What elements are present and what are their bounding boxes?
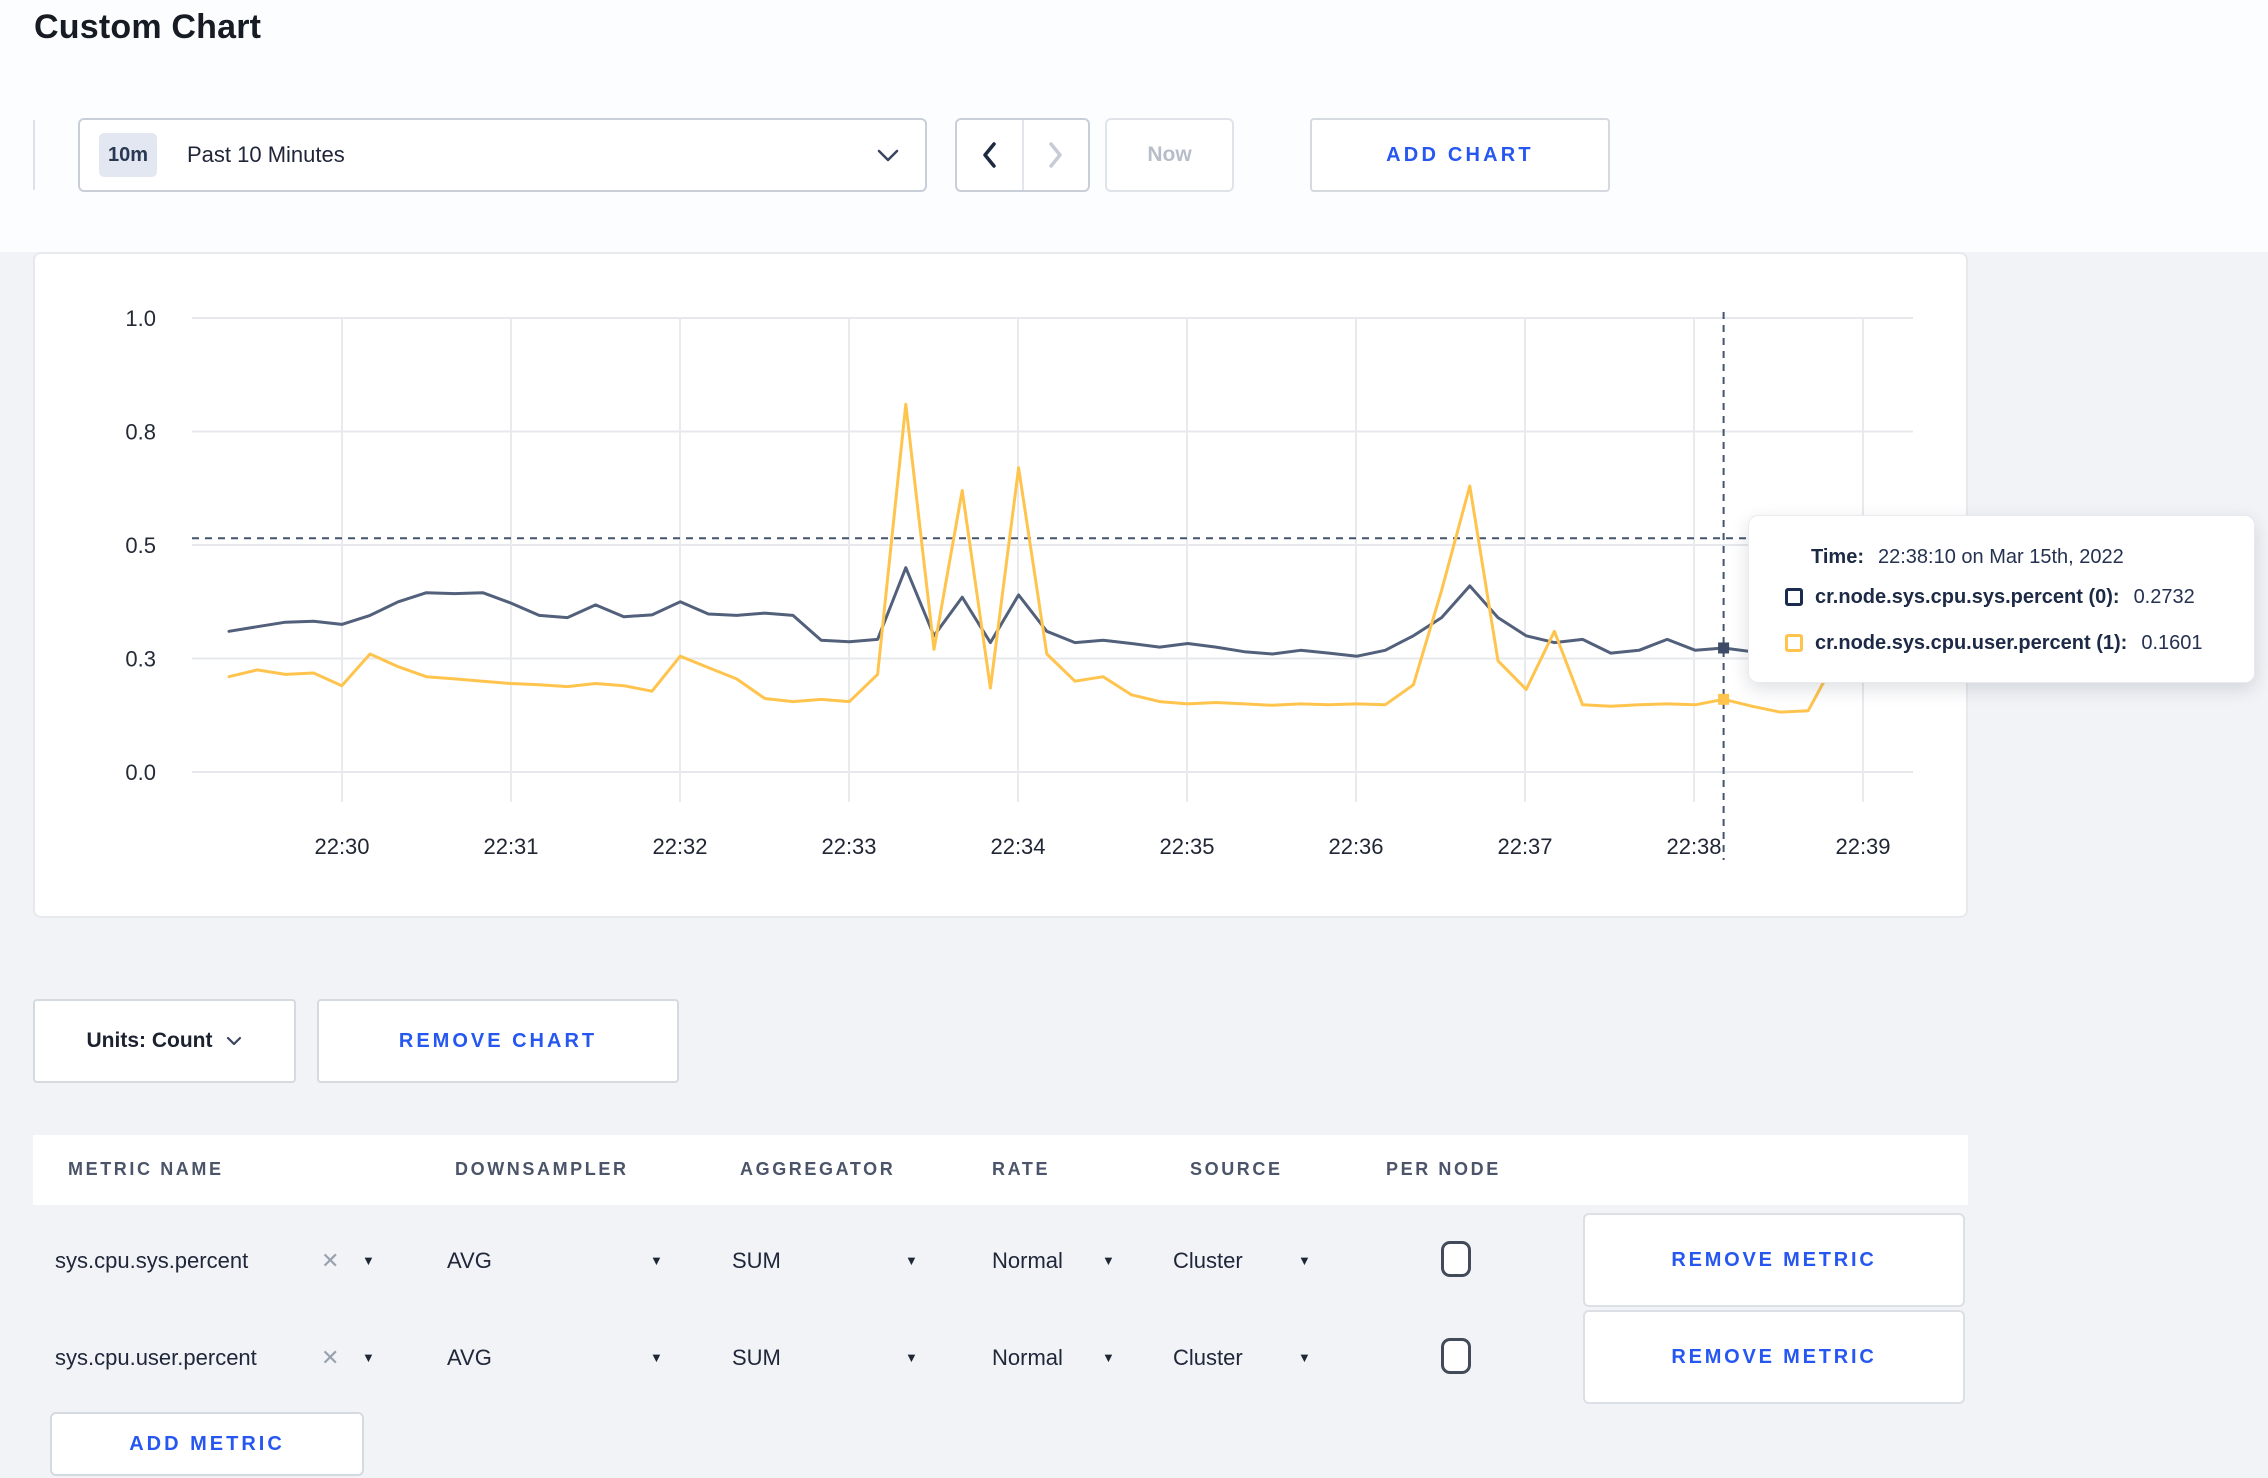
caret-down-icon[interactable]: ▼ — [1298, 1309, 1311, 1406]
svg-text:0.3: 0.3 — [125, 647, 156, 672]
tooltip-sys-value: 0.2732 — [2133, 585, 2195, 608]
tooltip-user-name: cr.node.sys.cpu.user.percent (1): — [1815, 631, 2128, 654]
per-node-checkbox[interactable] — [1441, 1241, 1471, 1277]
aggregator-select[interactable]: SUM — [732, 1309, 781, 1406]
svg-text:22:31: 22:31 — [483, 834, 538, 859]
svg-text:22:34: 22:34 — [990, 834, 1045, 859]
time-step-buttons — [955, 118, 1090, 192]
caret-down-icon[interactable]: ▼ — [362, 1309, 375, 1406]
downsampler-select[interactable]: AVG — [447, 1309, 492, 1406]
col-aggregator: AGGREGATOR — [740, 1159, 896, 1179]
units-dropdown[interactable]: Units: Count — [33, 999, 296, 1083]
aggregator-select[interactable]: SUM — [732, 1212, 781, 1309]
svg-text:0.5: 0.5 — [125, 533, 156, 558]
rate-select[interactable]: Normal — [992, 1309, 1063, 1406]
caret-down-icon[interactable]: ▼ — [1298, 1212, 1311, 1309]
chevron-left-icon — [983, 142, 996, 168]
caret-down-icon[interactable]: ▼ — [1102, 1309, 1115, 1406]
tooltip-user-value: 0.1601 — [2141, 631, 2203, 654]
metric-row: sys.cpu.user.percent ✕ ▼ AVG ▼ SUM ▼ Nor… — [33, 1309, 1968, 1406]
units-label: Units: Count — [86, 1029, 213, 1052]
sys-percent-swatch-icon — [1785, 588, 1803, 606]
time-range-badge: 10m — [99, 133, 157, 177]
now-button[interactable]: Now — [1105, 118, 1234, 192]
metric-name-select[interactable]: sys.cpu.sys.percent — [55, 1212, 248, 1309]
chart-card: 0.0 0.3 0.5 0.8 1.0 22:30 22:31 22:32 22:33 22:34… — [33, 252, 1968, 918]
next-time-button[interactable] — [1024, 120, 1089, 190]
timeseries-chart[interactable]: 0.0 0.3 0.5 0.8 1.0 22:30 22:31 22:32 22:33 22:34… — [35, 254, 1966, 916]
per-node-checkbox[interactable] — [1441, 1338, 1471, 1374]
clear-metric-icon[interactable]: ✕ — [321, 1309, 339, 1406]
svg-text:22:39: 22:39 — [1835, 834, 1890, 859]
add-chart-button[interactable]: ADD CHART — [1310, 118, 1610, 192]
caret-down-icon[interactable]: ▼ — [905, 1212, 918, 1309]
source-select[interactable]: Cluster — [1173, 1309, 1243, 1406]
svg-text:22:35: 22:35 — [1159, 834, 1214, 859]
add-metric-button[interactable]: ADD METRIC — [50, 1412, 364, 1476]
prev-time-button[interactable] — [957, 120, 1022, 190]
metric-name-select[interactable]: sys.cpu.user.percent — [55, 1309, 257, 1406]
svg-text:22:37: 22:37 — [1497, 834, 1552, 859]
tooltip-time-label: Time: — [1811, 545, 1864, 568]
col-downsampler: DOWNSAMPLER — [455, 1159, 629, 1179]
time-range-selector[interactable]: 10m Past 10 Minutes — [78, 118, 927, 192]
toolbar-divider — [33, 120, 35, 190]
metrics-table-header: METRIC NAME DOWNSAMPLER AGGREGATOR RATE … — [33, 1135, 1968, 1205]
tooltip-sys-name: cr.node.sys.cpu.sys.percent (0): — [1815, 585, 2120, 608]
chevron-down-icon — [877, 149, 899, 162]
caret-down-icon[interactable]: ▼ — [650, 1212, 663, 1309]
svg-text:22:38: 22:38 — [1666, 834, 1721, 859]
clear-metric-icon[interactable]: ✕ — [321, 1212, 339, 1309]
chart-tooltip: Time: 22:38:10 on Mar 15th, 2022 cr.node… — [1748, 515, 2255, 683]
caret-down-icon[interactable]: ▼ — [905, 1309, 918, 1406]
user-percent-swatch-icon — [1785, 634, 1803, 652]
svg-text:1.0: 1.0 — [125, 306, 156, 331]
svg-text:0.0: 0.0 — [125, 760, 156, 785]
col-metric-name: METRIC NAME — [68, 1159, 224, 1179]
svg-text:0.8: 0.8 — [125, 420, 156, 445]
caret-down-icon[interactable]: ▼ — [1102, 1212, 1115, 1309]
chevron-down-icon — [226, 1036, 242, 1046]
time-range-label: Past 10 Minutes — [187, 142, 345, 167]
caret-down-icon[interactable]: ▼ — [362, 1212, 375, 1309]
metric-row: sys.cpu.sys.percent ✕ ▼ AVG ▼ SUM ▼ Norm… — [33, 1212, 1968, 1309]
svg-text:22:32: 22:32 — [652, 834, 707, 859]
col-source: SOURCE — [1190, 1159, 1283, 1179]
svg-text:22:36: 22:36 — [1328, 834, 1383, 859]
downsampler-select[interactable]: AVG — [447, 1212, 492, 1309]
remove-chart-button[interactable]: REMOVE CHART — [317, 999, 679, 1083]
col-per-node: PER NODE — [1386, 1159, 1501, 1179]
chevron-right-icon — [1049, 142, 1062, 168]
source-select[interactable]: Cluster — [1173, 1212, 1243, 1309]
remove-metric-button[interactable]: REMOVE METRIC — [1583, 1310, 1965, 1404]
tooltip-time-value: 22:38:10 on Mar 15th, 2022 — [1877, 545, 2124, 568]
remove-metric-button[interactable]: REMOVE METRIC — [1583, 1213, 1965, 1307]
page-title: Custom Chart — [34, 8, 262, 46]
svg-text:22:30: 22:30 — [314, 834, 369, 859]
svg-text:22:33: 22:33 — [821, 834, 876, 859]
col-rate: RATE — [992, 1159, 1051, 1179]
caret-down-icon[interactable]: ▼ — [650, 1309, 663, 1406]
rate-select[interactable]: Normal — [992, 1212, 1063, 1309]
